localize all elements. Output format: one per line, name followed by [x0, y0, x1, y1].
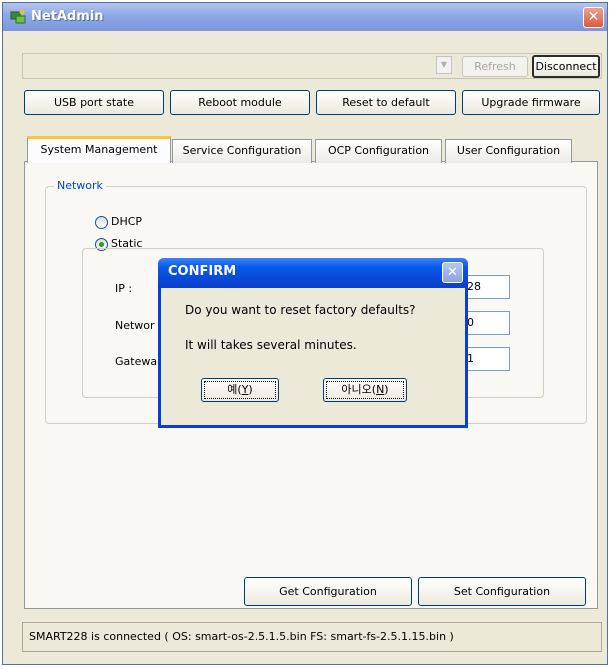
device-select-dropdown[interactable]: ▼	[436, 56, 452, 74]
dialog-message-line2: It will takes several minutes.	[185, 338, 357, 352]
get-configuration-button[interactable]: Get Configuration	[244, 577, 412, 606]
netmask-input[interactable]: 0	[462, 311, 510, 335]
network-app-icon	[10, 9, 26, 24]
network-group-label: Network	[54, 179, 106, 192]
ip-input[interactable]: 28	[462, 275, 510, 299]
no-button[interactable]: 아니오(N)	[323, 378, 407, 402]
yes-paren: )	[248, 383, 253, 396]
no-text: 아니오(	[341, 383, 377, 396]
disconnect-button[interactable]: Disconnect	[532, 55, 600, 78]
dhcp-radio[interactable]	[95, 216, 108, 229]
refresh-button[interactable]: Refresh	[462, 56, 528, 77]
netmask-label: Networ	[115, 319, 155, 332]
window-title: NetAdmin	[31, 9, 104, 24]
set-configuration-button[interactable]: Set Configuration	[418, 577, 586, 606]
confirm-dialog: CONFIRM ✕ Do you want to reset factory d…	[158, 258, 468, 428]
no-button-label: 아니오(N)	[326, 381, 404, 399]
radio-selected-dot	[99, 242, 104, 247]
tab-service-configuration[interactable]: Service Configuration	[172, 139, 312, 163]
no-paren: )	[384, 383, 389, 396]
status-bar: SMART228 is connected ( OS: smart-os-2.5…	[22, 622, 602, 652]
close-button[interactable]: ✕	[583, 7, 604, 28]
dialog-title-bar[interactable]: CONFIRM ✕	[158, 258, 468, 288]
dialog-close-button[interactable]: ✕	[442, 262, 463, 283]
dialog-message-line1: Do you want to reset factory defaults?	[185, 303, 416, 317]
gateway-input[interactable]: 1	[462, 347, 510, 371]
title-bar[interactable]: NetAdmin ✕	[3, 3, 607, 31]
dhcp-label: DHCP	[111, 215, 143, 228]
yes-button[interactable]: 예(Y)	[201, 378, 279, 402]
ip-label: IP :	[115, 282, 133, 295]
yes-button-label: 예(Y)	[204, 381, 276, 399]
reset-to-default-button[interactable]: Reset to default	[316, 90, 456, 115]
tab-ocp-configuration[interactable]: OCP Configuration	[315, 139, 442, 163]
reboot-module-button[interactable]: Reboot module	[170, 90, 310, 115]
upgrade-firmware-button[interactable]: Upgrade firmware	[462, 90, 600, 115]
yes-text: 예(	[227, 383, 242, 396]
dialog-title: CONFIRM	[168, 264, 237, 279]
gateway-label: Gatewa	[115, 355, 158, 368]
tab-system-management[interactable]: System Management	[27, 136, 171, 163]
usb-port-state-button[interactable]: USB port state	[24, 90, 164, 115]
tab-user-configuration[interactable]: User Configuration	[445, 139, 572, 163]
